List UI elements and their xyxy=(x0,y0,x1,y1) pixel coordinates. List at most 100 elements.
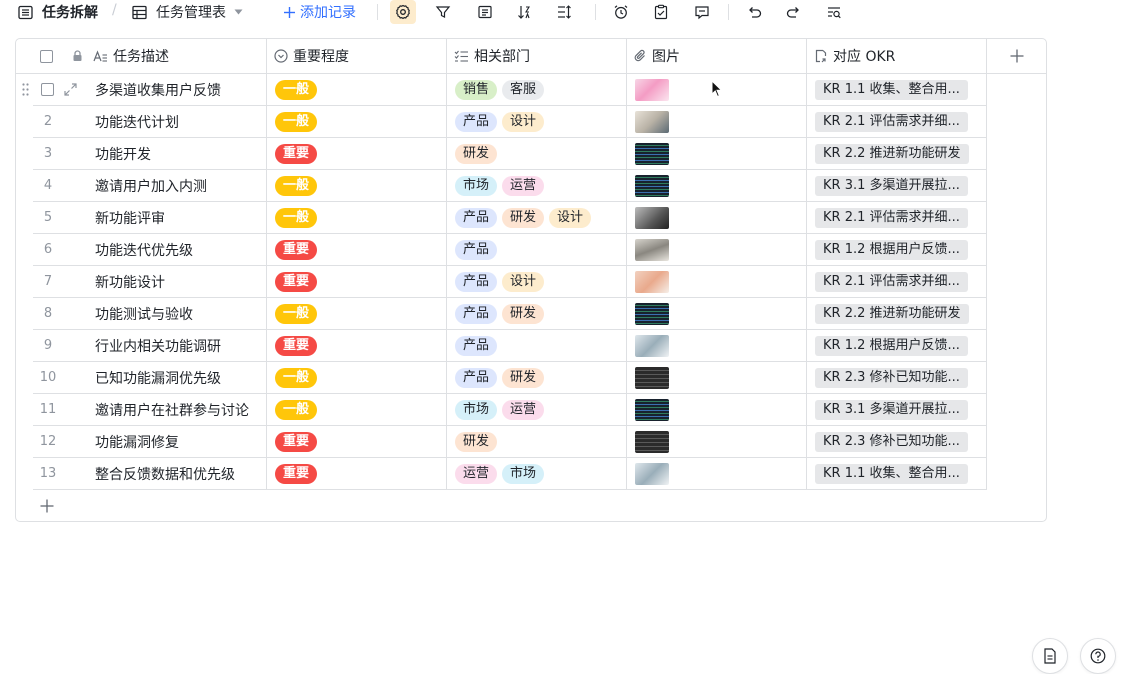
help-button[interactable] xyxy=(1080,638,1116,674)
image-thumbnail[interactable] xyxy=(635,174,669,197)
task-description[interactable]: 邀请用户加入内测 xyxy=(95,170,207,201)
image-cell[interactable] xyxy=(635,266,669,297)
column-header-okr[interactable]: 对应 OKR xyxy=(814,39,895,73)
okr-link[interactable]: KR 2.1 评估需求并细... xyxy=(815,111,968,132)
table-row[interactable]: 11 邀请用户在社群参与讨论 一般 市场 运营 KR 3.1 多渠道开展拉... xyxy=(33,394,987,426)
image-cell[interactable] xyxy=(635,74,669,105)
okr-link[interactable]: KR 2.1 评估需求并细... xyxy=(815,271,968,292)
image-thumbnail[interactable] xyxy=(635,110,669,133)
image-thumbnail[interactable] xyxy=(635,334,669,357)
table-row[interactable]: 3 功能开发 重要 研发 KR 2.2 推进新功能研发 xyxy=(33,138,987,170)
okr-link[interactable]: KR 2.3 修补已知功能... xyxy=(815,367,968,388)
task-description[interactable]: 功能迭代优先级 xyxy=(95,234,193,265)
task-description[interactable]: 多渠道收集用户反馈 xyxy=(95,74,221,105)
okr-cell[interactable]: KR 1.2 根据用户反馈... xyxy=(815,330,968,361)
image-cell[interactable] xyxy=(635,106,669,137)
sort-button[interactable] xyxy=(511,0,537,24)
task-description[interactable]: 已知功能漏洞优先级 xyxy=(95,362,221,393)
alarm-button[interactable] xyxy=(608,0,634,24)
undo-button[interactable] xyxy=(741,0,767,24)
column-header-priority[interactable]: 重要程度 xyxy=(274,39,349,73)
dept-cell[interactable]: 运营 市场 xyxy=(455,458,549,489)
priority-cell[interactable]: 一般 xyxy=(275,298,318,329)
dept-cell[interactable]: 销售 客服 xyxy=(455,74,549,105)
add-record-button[interactable]: 添加记录 xyxy=(283,0,356,24)
okr-cell[interactable]: KR 2.1 评估需求并细... xyxy=(815,106,968,137)
table-row[interactable]: 8 功能测试与验收 一般 产品 研发 KR 2.2 推进新功能研发 xyxy=(33,298,987,330)
table-row[interactable]: 9 行业内相关功能调研 重要 产品 KR 1.2 根据用户反馈... xyxy=(33,330,987,362)
task-description[interactable]: 功能漏洞修复 xyxy=(95,426,179,457)
priority-cell[interactable]: 重要 xyxy=(275,426,318,457)
dept-cell[interactable]: 产品 xyxy=(455,330,502,361)
priority-cell[interactable]: 重要 xyxy=(275,266,318,297)
priority-cell[interactable]: 一般 xyxy=(275,170,318,201)
okr-cell[interactable]: KR 2.3 修补已知功能... xyxy=(815,426,968,457)
priority-cell[interactable]: 一般 xyxy=(275,362,318,393)
image-thumbnail[interactable] xyxy=(635,142,669,165)
table-row[interactable]: 13 整合反馈数据和优先级 重要 运营 市场 KR 1.1 收集、整合用... xyxy=(33,458,987,490)
document-button[interactable] xyxy=(1032,638,1068,674)
task-description[interactable]: 邀请用户在社群参与讨论 xyxy=(95,394,249,425)
priority-cell[interactable]: 重要 xyxy=(275,458,318,489)
image-thumbnail[interactable] xyxy=(635,302,669,325)
settings-button[interactable] xyxy=(390,0,416,24)
dept-cell[interactable]: 产品 研发 设计 xyxy=(455,202,596,233)
okr-cell[interactable]: KR 2.3 修补已知功能... xyxy=(815,362,968,393)
view-selector[interactable]: 任务管理表 xyxy=(132,0,243,24)
dept-cell[interactable]: 市场 运营 xyxy=(455,394,549,425)
dept-cell[interactable]: 产品 设计 xyxy=(455,106,549,137)
image-thumbnail[interactable] xyxy=(635,430,669,453)
image-cell[interactable] xyxy=(635,234,669,265)
filter-button[interactable] xyxy=(430,0,456,24)
okr-cell[interactable]: KR 2.1 评估需求并细... xyxy=(815,266,968,297)
priority-cell[interactable]: 重要 xyxy=(275,234,318,265)
okr-link[interactable]: KR 2.2 推进新功能研发 xyxy=(815,303,969,324)
priority-cell[interactable]: 重要 xyxy=(275,138,318,169)
image-thumbnail[interactable] xyxy=(635,270,669,293)
okr-cell[interactable]: KR 1.1 收集、整合用... xyxy=(815,74,968,105)
comment-button[interactable] xyxy=(689,0,715,24)
dept-cell[interactable]: 产品 研发 xyxy=(455,362,549,393)
image-thumbnail[interactable] xyxy=(635,78,669,101)
task-description[interactable]: 行业内相关功能调研 xyxy=(95,330,221,361)
dept-cell[interactable]: 产品 xyxy=(455,234,502,265)
okr-link[interactable]: KR 2.1 评估需求并细... xyxy=(815,207,968,228)
priority-cell[interactable]: 一般 xyxy=(275,74,318,105)
add-column-button[interactable] xyxy=(1010,39,1024,73)
group-button[interactable] xyxy=(472,0,498,24)
okr-cell[interactable]: KR 1.1 收集、整合用... xyxy=(815,458,968,489)
dept-cell[interactable]: 研发 xyxy=(455,426,502,457)
expand-icon[interactable] xyxy=(64,83,77,96)
dept-cell[interactable]: 产品 设计 xyxy=(455,266,549,297)
okr-link[interactable]: KR 3.1 多渠道开展拉... xyxy=(815,399,968,420)
task-description[interactable]: 新功能设计 xyxy=(95,266,165,297)
task-description[interactable]: 整合反馈数据和优先级 xyxy=(95,458,235,489)
image-cell[interactable] xyxy=(635,362,669,393)
image-cell[interactable] xyxy=(635,170,669,201)
column-header-dept[interactable]: 相关部门 xyxy=(454,39,530,73)
row-height-button[interactable] xyxy=(551,0,577,24)
okr-cell[interactable]: KR 2.2 推进新功能研发 xyxy=(815,138,969,169)
image-cell[interactable] xyxy=(635,138,669,169)
priority-cell[interactable]: 一般 xyxy=(275,106,318,137)
table-row[interactable]: 10 已知功能漏洞优先级 一般 产品 研发 KR 2.3 修补已知功能... xyxy=(33,362,987,394)
task-description[interactable]: 功能测试与验收 xyxy=(95,298,193,329)
image-cell[interactable] xyxy=(635,394,669,425)
okr-link[interactable]: KR 1.2 根据用户反馈... xyxy=(815,239,968,260)
image-thumbnail[interactable] xyxy=(635,366,669,389)
task-description[interactable]: 新功能评审 xyxy=(95,202,165,233)
table-row[interactable]: 5 新功能评审 一般 产品 研发 设计 KR 2.1 评估需求并细... xyxy=(33,202,987,234)
search-button[interactable] xyxy=(821,0,847,24)
okr-cell[interactable]: KR 3.1 多渠道开展拉... xyxy=(815,394,968,425)
priority-cell[interactable]: 一般 xyxy=(275,394,318,425)
table-row[interactable]: 7 新功能设计 重要 产品 设计 KR 2.1 评估需求并细... xyxy=(33,266,987,298)
drag-handle-icon[interactable] xyxy=(22,83,29,96)
okr-link[interactable]: KR 3.1 多渠道开展拉... xyxy=(815,175,968,196)
okr-link[interactable]: KR 2.2 推进新功能研发 xyxy=(815,143,969,164)
select-all-checkbox[interactable] xyxy=(40,39,53,73)
column-header-task[interactable]: 任务描述 xyxy=(93,39,169,73)
okr-cell[interactable]: KR 2.1 评估需求并细... xyxy=(815,202,968,233)
add-row-button[interactable] xyxy=(40,499,54,517)
dept-cell[interactable]: 产品 研发 xyxy=(455,298,549,329)
image-cell[interactable] xyxy=(635,426,669,457)
